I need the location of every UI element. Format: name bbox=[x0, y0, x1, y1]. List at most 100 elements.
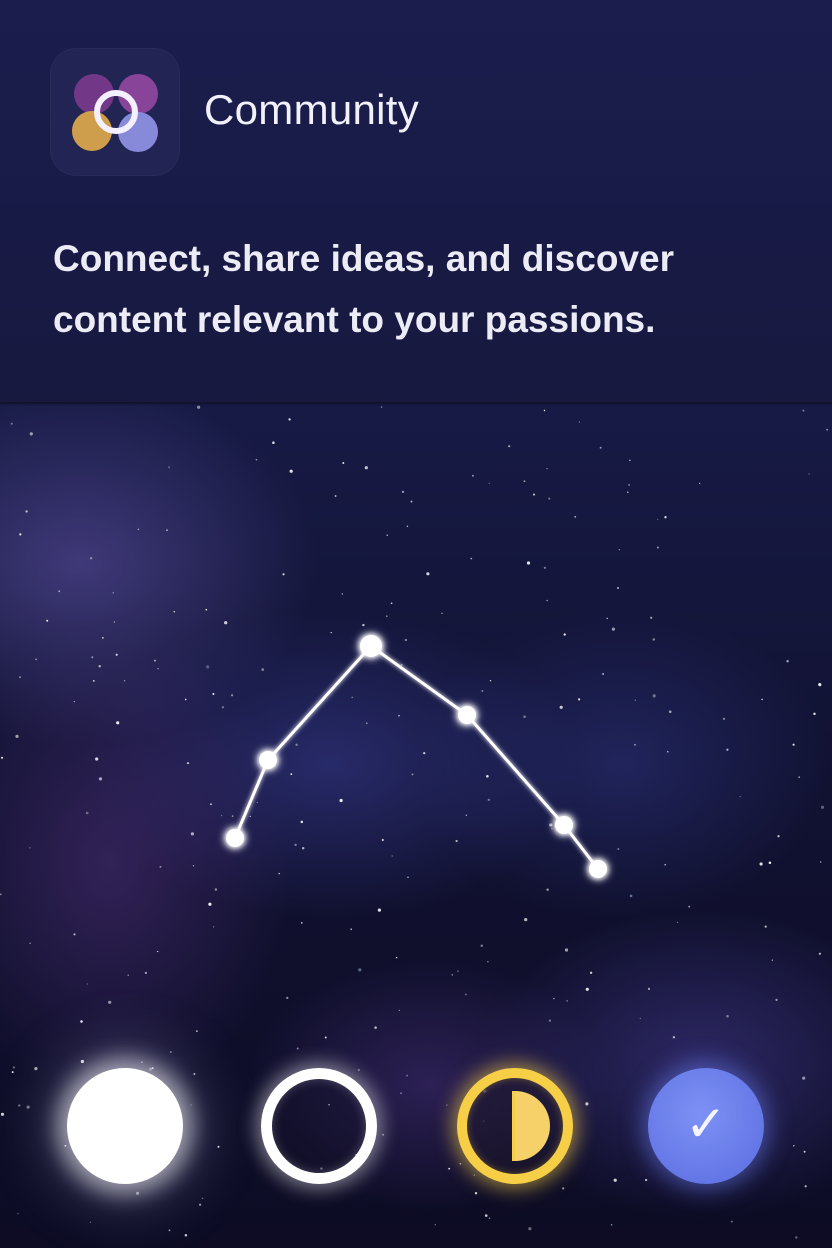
background-star bbox=[112, 592, 114, 594]
background-star bbox=[676, 921, 679, 924]
background-star bbox=[26, 1105, 30, 1109]
background-star bbox=[602, 673, 605, 675]
background-star bbox=[613, 1178, 617, 1182]
background-star bbox=[487, 961, 489, 963]
background-star bbox=[585, 987, 589, 991]
background-star bbox=[278, 872, 280, 875]
background-star bbox=[771, 959, 773, 961]
background-star bbox=[411, 773, 414, 776]
background-star bbox=[650, 616, 653, 619]
background-star bbox=[206, 665, 210, 669]
background-star bbox=[153, 659, 157, 662]
constellation bbox=[226, 635, 607, 878]
background-star bbox=[474, 1191, 478, 1195]
background-star bbox=[386, 534, 388, 536]
background-star bbox=[341, 593, 344, 595]
constellation-star bbox=[555, 816, 573, 834]
background-star bbox=[578, 421, 581, 423]
background-star bbox=[217, 1145, 220, 1148]
background-star bbox=[166, 529, 168, 531]
half-moon-button[interactable] bbox=[457, 1068, 573, 1184]
confirm-button[interactable]: ✓ bbox=[648, 1068, 764, 1184]
background-star bbox=[196, 1030, 198, 1032]
background-star bbox=[441, 612, 443, 614]
background-star bbox=[459, 1162, 462, 1165]
background-star bbox=[644, 1178, 648, 1182]
background-star bbox=[451, 974, 453, 976]
background-star bbox=[562, 1187, 565, 1190]
background-star bbox=[365, 722, 368, 725]
background-star bbox=[193, 1072, 196, 1076]
background-star bbox=[395, 956, 398, 959]
background-star bbox=[410, 500, 413, 503]
background-star bbox=[364, 466, 368, 470]
community-card: Community Connect, share ideas, and disc… bbox=[0, 0, 832, 1248]
background-star bbox=[688, 905, 691, 908]
background-star bbox=[108, 1000, 112, 1004]
background-star bbox=[407, 876, 409, 879]
background-star bbox=[212, 926, 215, 928]
background-star bbox=[358, 968, 362, 972]
background-star bbox=[611, 627, 616, 631]
background-star bbox=[173, 610, 176, 613]
background-star bbox=[80, 1020, 83, 1023]
background-star bbox=[629, 459, 631, 462]
background-star bbox=[205, 608, 208, 611]
background-star bbox=[116, 721, 120, 725]
background-star bbox=[664, 516, 667, 519]
background-star bbox=[382, 1133, 385, 1136]
background-star bbox=[577, 698, 581, 701]
background-star bbox=[19, 533, 22, 536]
background-star bbox=[551, 827, 553, 830]
background-star bbox=[91, 656, 94, 659]
background-star bbox=[272, 441, 275, 444]
background-star bbox=[197, 405, 201, 409]
background-star bbox=[190, 1104, 192, 1106]
background-star bbox=[627, 491, 629, 493]
background-star bbox=[11, 1071, 14, 1074]
ring-button[interactable] bbox=[261, 1068, 377, 1184]
background-star bbox=[334, 495, 337, 497]
background-star bbox=[19, 676, 21, 678]
background-star bbox=[190, 832, 194, 836]
background-star bbox=[398, 1009, 400, 1012]
background-star bbox=[487, 798, 490, 802]
background-star bbox=[214, 888, 218, 891]
background-star bbox=[455, 839, 458, 843]
background-star bbox=[652, 638, 656, 641]
background-star bbox=[610, 1224, 613, 1226]
background-star bbox=[546, 599, 548, 602]
background-star bbox=[73, 933, 76, 936]
background-star bbox=[98, 664, 101, 668]
background-star bbox=[0, 1112, 5, 1116]
background-star bbox=[398, 714, 400, 717]
background-star bbox=[446, 1104, 448, 1106]
background-star bbox=[616, 586, 620, 590]
background-star bbox=[730, 1220, 733, 1223]
background-star bbox=[761, 698, 763, 701]
background-star bbox=[818, 683, 822, 687]
background-star bbox=[808, 473, 810, 475]
background-star bbox=[722, 717, 726, 721]
background-star bbox=[726, 1014, 729, 1018]
background-star bbox=[574, 515, 577, 518]
background-star bbox=[480, 944, 484, 947]
background-star bbox=[481, 690, 484, 692]
background-star bbox=[157, 667, 159, 670]
background-star bbox=[80, 1059, 84, 1064]
background-star bbox=[35, 658, 37, 661]
background-star bbox=[10, 422, 13, 425]
background-star bbox=[548, 1019, 552, 1022]
background-star bbox=[381, 838, 384, 842]
background-star bbox=[192, 864, 195, 867]
background-star bbox=[86, 983, 88, 985]
background-star bbox=[286, 996, 289, 1000]
background-star bbox=[249, 815, 251, 818]
full-moon-button[interactable] bbox=[67, 1068, 183, 1184]
background-star bbox=[261, 668, 264, 671]
background-star bbox=[699, 482, 701, 484]
constellation-star bbox=[226, 829, 244, 847]
background-star bbox=[92, 680, 95, 682]
background-star bbox=[136, 1191, 140, 1195]
background-star bbox=[759, 862, 763, 866]
